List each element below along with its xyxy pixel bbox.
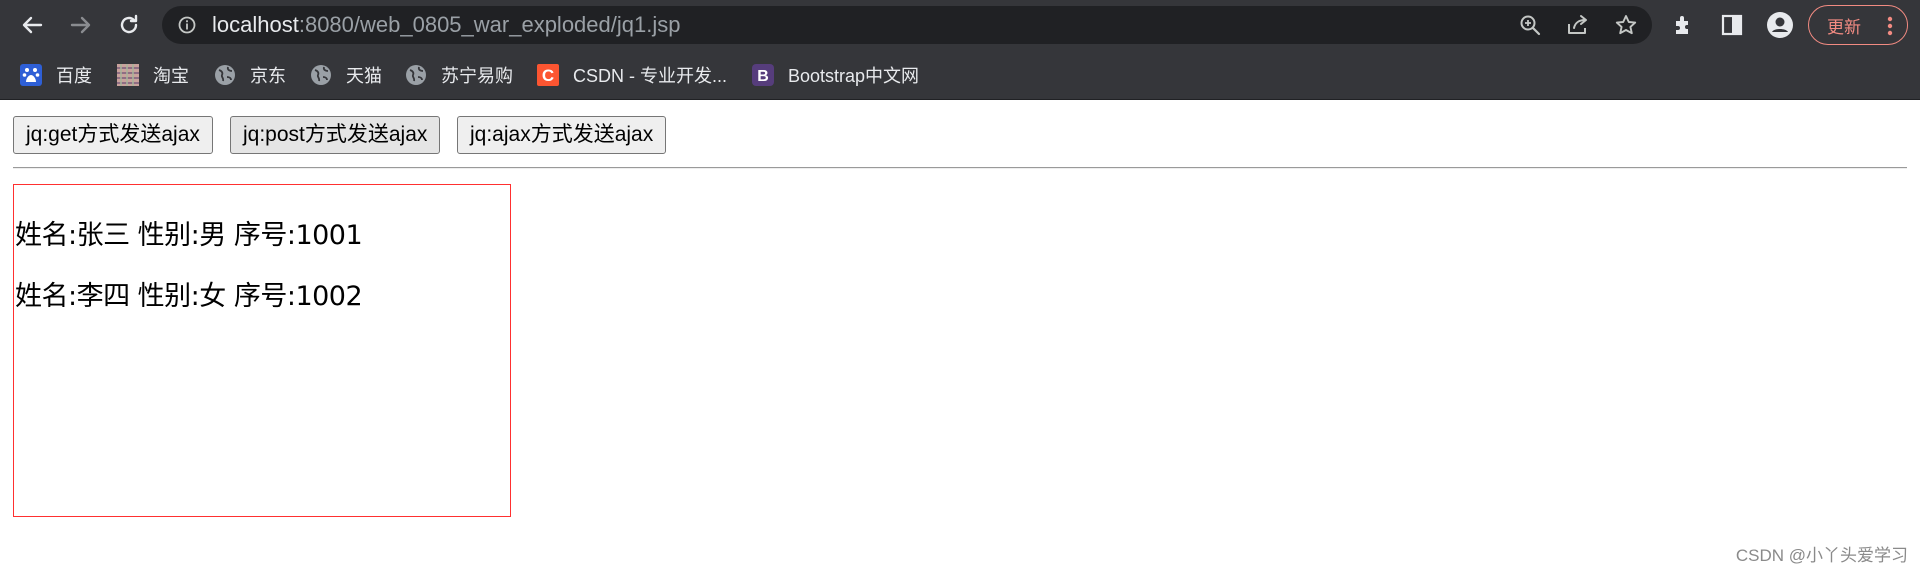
globe-icon	[310, 64, 332, 86]
update-button[interactable]: 更新	[1808, 5, 1908, 45]
svg-text:C: C	[542, 66, 554, 85]
bookmark-taobao[interactable]: 淘宝	[117, 60, 189, 90]
share-icon[interactable]	[1566, 14, 1590, 36]
bookmark-label: 天猫	[346, 66, 382, 86]
bookmark-bootstrap[interactable]: B Bootstrap中文网	[752, 60, 919, 90]
svg-text:B: B	[757, 68, 769, 85]
bookmark-baidu[interactable]: 百度	[20, 60, 92, 90]
globe-icon	[405, 64, 427, 86]
profile-icon[interactable]	[1766, 11, 1794, 39]
bookmark-label: Bootstrap中文网	[788, 66, 920, 86]
zoom-icon[interactable]	[1518, 14, 1542, 36]
address-bar[interactable]: localhost:8080/web_0805_war_exploded/jq1…	[162, 6, 1652, 44]
forward-icon	[70, 16, 91, 34]
result-row: 姓名:李四 性别:女 序号:1002	[15, 281, 363, 312]
back-button[interactable]	[16, 9, 48, 41]
horizontal-rule	[13, 167, 1907, 169]
csdn-watermark: CSDN @小丫头爱学习	[1735, 546, 1908, 565]
get-ajax-button[interactable]: jq:get方式发送ajax	[13, 116, 213, 154]
bookmark-tmall[interactable]: 天猫	[310, 60, 382, 90]
bookmarks-bar: 百度 淘宝 京东 天猫 苏宁易购 C CSDN - 专业开发... B Boot	[0, 50, 1920, 100]
ajax-ajax-button[interactable]: jq:ajax方式发送ajax	[457, 116, 667, 154]
post-ajax-button[interactable]: jq:post方式发送ajax	[230, 116, 441, 154]
reload-icon	[120, 14, 138, 34]
more-menu-icon[interactable]	[1887, 16, 1893, 36]
baidu-icon	[20, 64, 42, 86]
bookmark-star-icon[interactable]	[1614, 14, 1638, 36]
bookmark-jd[interactable]: 京东	[214, 60, 286, 90]
url-path: :8080/web_0805_war_exploded/jq1.jsp	[298, 12, 681, 37]
bookmark-csdn[interactable]: C CSDN - 专业开发...	[537, 60, 727, 90]
taobao-icon	[117, 64, 139, 86]
page-content: jq:get方式发送ajax jq:post方式发送ajax jq:ajax方式…	[0, 101, 1920, 584]
update-label: 更新	[1827, 17, 1861, 37]
site-info-icon[interactable]	[178, 16, 196, 34]
side-panel-icon[interactable]	[1720, 13, 1744, 37]
result-row: 姓名:张三 性别:男 序号:1001	[15, 220, 363, 251]
bookmark-label: 苏宁易购	[441, 66, 513, 86]
back-icon	[22, 16, 43, 34]
forward-button[interactable]	[65, 9, 97, 41]
bookmark-label: 淘宝	[153, 66, 189, 86]
extensions-icon[interactable]	[1672, 13, 1696, 37]
bookmark-label: 百度	[56, 66, 92, 86]
result-container: 姓名:张三 性别:男 序号:1001 姓名:李四 性别:女 序号:1002	[13, 184, 511, 517]
bookmark-label: 京东	[250, 66, 286, 86]
url-host: localhost	[212, 12, 299, 37]
bookmark-label: CSDN - 专业开发...	[573, 66, 728, 86]
globe-icon	[214, 64, 236, 86]
url-text[interactable]: localhost:8080/web_0805_war_exploded/jq1…	[212, 6, 680, 44]
csdn-icon: C	[537, 64, 559, 86]
reload-button[interactable]	[113, 9, 145, 41]
bookmark-suning[interactable]: 苏宁易购	[405, 60, 513, 90]
browser-toolbar: localhost:8080/web_0805_war_exploded/jq1…	[0, 0, 1920, 50]
bootstrap-icon: B	[752, 64, 774, 86]
